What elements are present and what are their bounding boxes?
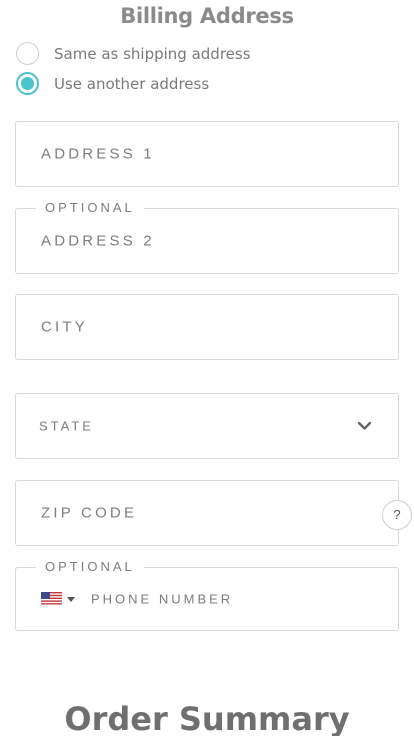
caret-down-icon: [67, 596, 75, 602]
country-selector[interactable]: [41, 592, 75, 606]
radio-label: Same as shipping address: [54, 44, 251, 63]
radio-label: Use another address: [54, 74, 210, 93]
radio-button-selected[interactable]: [16, 72, 39, 95]
us-flag-icon: [41, 592, 62, 606]
address1-field[interactable]: ADDRESS 1: [15, 121, 399, 187]
radio-dot: [21, 77, 34, 90]
address1-placeholder: ADDRESS 1: [41, 145, 155, 163]
chevron-down-icon[interactable]: [357, 421, 372, 431]
address2-placeholder: ADDRESS 2: [41, 232, 155, 250]
radio-use-another-address[interactable]: Use another address: [16, 72, 209, 95]
phone-placeholder: PHONE NUMBER: [91, 591, 234, 607]
optional-legend: OPTIONAL: [36, 559, 144, 575]
city-field[interactable]: CITY: [15, 294, 399, 360]
radio-button[interactable]: [16, 42, 39, 65]
radio-same-as-shipping[interactable]: Same as shipping address: [16, 42, 251, 65]
state-placeholder: STATE: [39, 418, 94, 434]
zip-help-button[interactable]: ?: [382, 500, 412, 530]
phone-field[interactable]: OPTIONAL PHONE NUMBER: [15, 559, 399, 631]
address2-field[interactable]: OPTIONAL ADDRESS 2: [15, 200, 399, 274]
zip-code-field[interactable]: ZIP CODE: [15, 480, 399, 546]
city-placeholder: CITY: [41, 318, 88, 336]
billing-address-title: Billing Address: [120, 4, 294, 28]
state-select[interactable]: STATE: [15, 393, 399, 459]
zip-code-placeholder: ZIP CODE: [41, 504, 138, 522]
optional-legend: OPTIONAL: [36, 200, 144, 216]
order-summary-title: Order Summary: [64, 700, 350, 736]
